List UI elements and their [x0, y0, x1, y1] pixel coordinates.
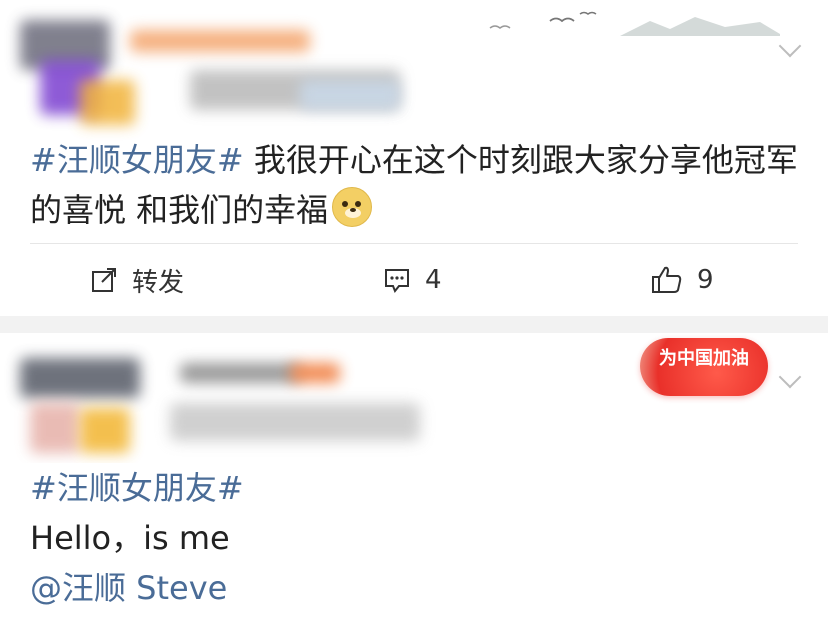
post-body: #汪顺女朋友# 我很开心在这个时刻跟大家分享他冠军 的喜悦 和我们的幸福 [30, 135, 810, 235]
user-mention[interactable]: @汪顺 Steve [30, 569, 227, 607]
weibo-post-1: #汪顺女朋友# 我很开心在这个时刻跟大家分享他冠军 的喜悦 和我们的幸福 转发 … [0, 0, 828, 316]
bird-landscape-decoration [489, 11, 780, 36]
post-text: Hello，is me [30, 519, 230, 557]
comment-count: 4 [425, 265, 442, 295]
share-icon [92, 268, 116, 292]
topic-hashtag[interactable]: #汪顺女朋友# [30, 469, 244, 507]
topic-hashtag[interactable]: #汪顺女朋友# [30, 141, 244, 179]
more-chevron-icon[interactable] [778, 34, 802, 58]
repost-label: 转发 [132, 267, 185, 298]
cheer-for-china-badge: 为中国加油 [640, 338, 768, 396]
repost-button[interactable]: 转发 [90, 262, 184, 298]
divider [30, 243, 798, 244]
thumbs-up-icon [652, 266, 682, 293]
like-button[interactable]: 9 [651, 262, 714, 298]
like-count: 9 [697, 265, 714, 295]
blurred-user-header [0, 333, 460, 463]
comment-icon [385, 269, 409, 293]
post-body: #汪顺女朋友# Hello，is me @汪顺 Steve [30, 463, 810, 613]
doge-emoji-icon [332, 187, 373, 227]
blurred-user-header [0, 0, 460, 150]
post-text-line2: 的喜悦 和我们的幸福 [30, 191, 329, 229]
comment-button[interactable]: 4 [383, 262, 442, 298]
post-text-line1: 我很开心在这个时刻跟大家分享他冠军 [243, 141, 798, 179]
badge-label: 为中国加油 [659, 348, 749, 369]
